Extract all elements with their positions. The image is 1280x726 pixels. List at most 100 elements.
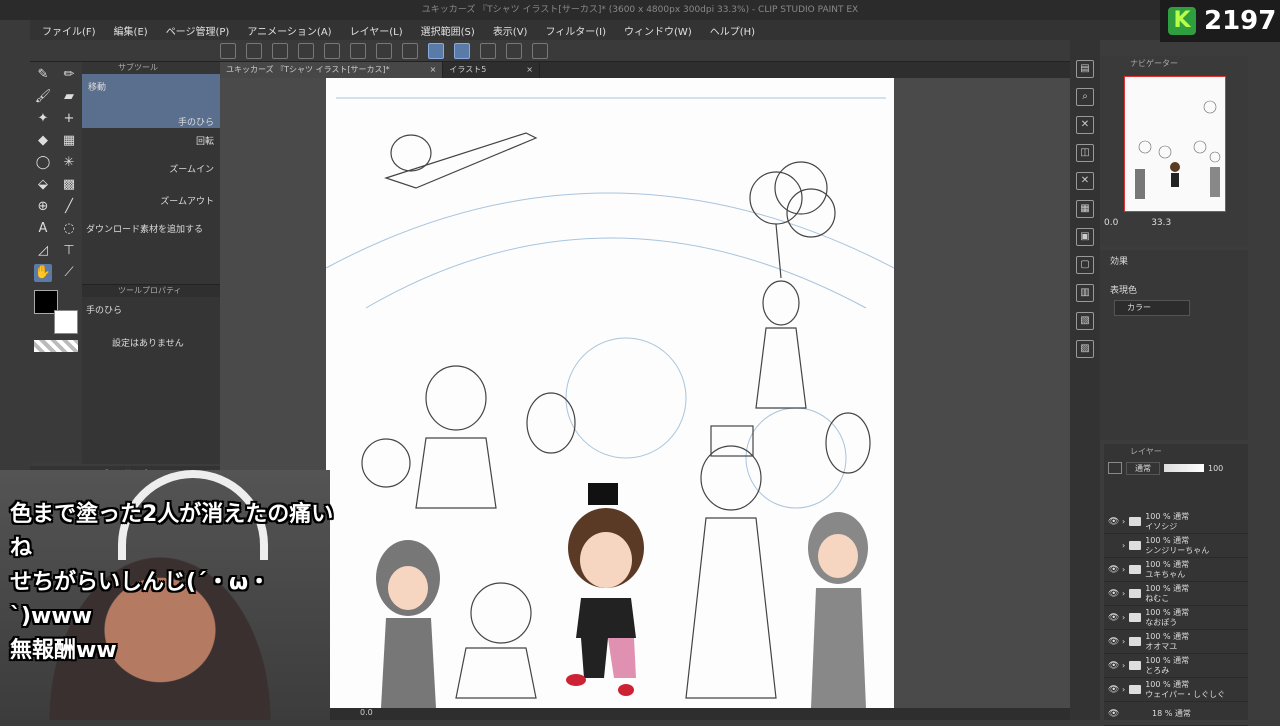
opacity-slider[interactable] [1164, 464, 1204, 472]
chevron-right-icon[interactable]: › [1122, 613, 1125, 622]
display-color-select[interactable]: カラー [1114, 300, 1190, 316]
layer-row[interactable]: › 100 % 通常 シンジリーちゃん [1104, 534, 1248, 558]
transform-icon[interactable] [402, 42, 418, 59]
add-material-button[interactable]: ダウンロード素材を追加する [82, 216, 220, 241]
subtool-zoom-in[interactable]: ズームイン [82, 152, 220, 184]
navigator-zoom[interactable]: 33.3 [1151, 218, 1171, 228]
eye-icon[interactable]: 👁 [1108, 565, 1119, 575]
lasso-icon[interactable]: ◯ [34, 154, 52, 172]
frame-icon[interactable]: ◿ [34, 242, 52, 260]
chevron-right-icon[interactable]: › [1122, 565, 1125, 574]
layer-row[interactable]: 👁 18 % 通常 [1104, 702, 1248, 726]
menu-window[interactable]: ウィンドウ(W) [624, 23, 692, 38]
subtool-move[interactable]: 移動 [82, 74, 220, 98]
menu-view[interactable]: 表示(V) [493, 23, 528, 38]
search-icon[interactable]: ⌕ [1076, 88, 1094, 106]
redo-icon[interactable] [324, 42, 340, 59]
eye-icon[interactable]: 👁 [1108, 613, 1119, 623]
new-file-icon[interactable] [220, 42, 236, 59]
chevron-right-icon[interactable]: › [1122, 637, 1125, 646]
layer-color-swatch[interactable] [1108, 462, 1122, 474]
snap-special-icon[interactable] [454, 42, 470, 59]
layer-row[interactable]: 👁 › 100 % 通常 オオマユ [1104, 630, 1248, 654]
text-icon[interactable]: A [34, 220, 52, 238]
sub-color-swatch[interactable] [54, 310, 78, 334]
chevron-right-icon[interactable]: › [1122, 661, 1125, 670]
subtool-zoom-out[interactable]: ズームアウト [82, 184, 220, 216]
layer-row[interactable]: 👁 › 100 % 通常 なおぽう [1104, 606, 1248, 630]
menu-animation[interactable]: アニメーション(A) [247, 23, 331, 38]
menu-filter[interactable]: フィルター(I) [545, 23, 606, 38]
save-icon[interactable] [272, 42, 288, 59]
decoration-icon[interactable]: ✦ [34, 110, 52, 128]
blend-icon[interactable]: ◆ [34, 132, 52, 150]
item-bank-icon[interactable]: ▥ [1076, 284, 1094, 302]
layer-search-icon[interactable]: ◫ [1076, 144, 1094, 162]
balloon-icon[interactable]: ◌ [60, 220, 78, 238]
eye-icon[interactable]: 👁 [1108, 709, 1119, 719]
snap-ruler-icon[interactable] [428, 42, 444, 59]
object-icon[interactable]: ⊕ [34, 198, 52, 216]
info-icon[interactable]: ▨ [1076, 340, 1094, 358]
plus-icon[interactable]: + [60, 110, 78, 128]
chevron-right-icon[interactable]: › [1122, 517, 1125, 526]
eye-icon[interactable]: 👁 [1108, 589, 1119, 599]
brush-icon[interactable]: 🖌 [34, 88, 52, 106]
chevron-right-icon[interactable]: › [1122, 685, 1125, 694]
blend-mode-select[interactable]: 通常 [1126, 461, 1160, 475]
menu-page[interactable]: ページ管理(P) [166, 23, 230, 38]
opacity-value[interactable]: 100 [1208, 464, 1223, 473]
eye-icon[interactable]: 👁 [1108, 685, 1119, 695]
eye-icon[interactable]: 👁 [1108, 637, 1119, 647]
pattern-icon[interactable]: ▦ [1076, 200, 1094, 218]
snap-grid-icon[interactable] [480, 42, 496, 59]
loading-icon[interactable] [350, 42, 366, 59]
pencil-icon[interactable]: ✏ [60, 66, 78, 84]
gradient-icon[interactable]: ▩ [60, 176, 78, 194]
menu-file[interactable]: ファイル(F) [42, 23, 96, 38]
magic-wand-icon[interactable]: ✳ [60, 154, 78, 172]
layer-row[interactable]: 👁 › 100 % 通常 ねむこ [1104, 582, 1248, 606]
navigator-rotation[interactable]: 0.0 [1104, 218, 1118, 228]
tab-close-icon[interactable]: × [430, 62, 437, 78]
chevron-right-icon[interactable]: › [1122, 589, 1125, 598]
tab-circus[interactable]: ユキッカーズ 『Tシャツ イラスト[サーカス]* × [220, 62, 444, 78]
transparent-color-swatch[interactable] [34, 340, 78, 352]
layer-row[interactable]: 👁 › 100 % 通常 ユキちゃん [1104, 558, 1248, 582]
line-icon[interactable]: ╱ [60, 198, 78, 216]
tab-close-icon[interactable]: × [526, 62, 533, 78]
subtool-rotate[interactable]: 回転 [82, 128, 220, 152]
fill-bucket-icon[interactable]: ⬙ [34, 176, 52, 194]
material-icon[interactable]: ▤ [1076, 60, 1094, 78]
menu-layer[interactable]: レイヤー(L) [350, 23, 403, 38]
close-icon[interactable]: ✕ [1076, 116, 1094, 134]
ruler-icon[interactable]: ⊤ [60, 242, 78, 260]
history-icon[interactable]: ▣ [1076, 228, 1094, 246]
eraser-icon[interactable]: ▰ [60, 88, 78, 106]
settings-icon[interactable] [532, 42, 548, 59]
auto-action-icon[interactable]: ▢ [1076, 256, 1094, 274]
subtool-hand[interactable]: 手のひら [82, 98, 220, 128]
tab-illust5[interactable]: イラスト5 × [443, 62, 540, 78]
grid-icon[interactable]: ▦ [60, 132, 78, 150]
eye-icon[interactable]: 👁 [1108, 661, 1119, 671]
fill-icon[interactable] [376, 42, 392, 59]
hand-icon[interactable]: ✋ [34, 264, 52, 282]
layer-row[interactable]: 👁 › 100 % 通常 とろみ [1104, 654, 1248, 678]
close-icon[interactable]: ✕ [1076, 172, 1094, 190]
menu-help[interactable]: ヘルプ(H) [710, 23, 755, 38]
layer-row[interactable]: 👁 › 100 % 通常 ウェイパー・しぐしぐ [1104, 678, 1248, 702]
eye-icon[interactable]: 👁 [1108, 517, 1119, 527]
pen-icon[interactable]: ✎ [34, 66, 52, 84]
open-file-icon[interactable] [246, 42, 262, 59]
folder-icon [1129, 613, 1142, 622]
chevron-right-icon[interactable]: › [1122, 541, 1125, 550]
menu-edit[interactable]: 編集(E) [114, 23, 148, 38]
sub-view-icon[interactable]: ▧ [1076, 312, 1094, 330]
undo-icon[interactable] [298, 42, 314, 59]
navigator-thumbnail[interactable] [1124, 76, 1226, 212]
document-icon[interactable] [506, 42, 522, 59]
layer-row[interactable]: 👁 › 100 % 通常 イソシジ [1104, 510, 1248, 534]
menu-selection[interactable]: 選択範囲(S) [421, 23, 475, 38]
eyedropper-icon[interactable]: ⟋ [60, 264, 78, 282]
